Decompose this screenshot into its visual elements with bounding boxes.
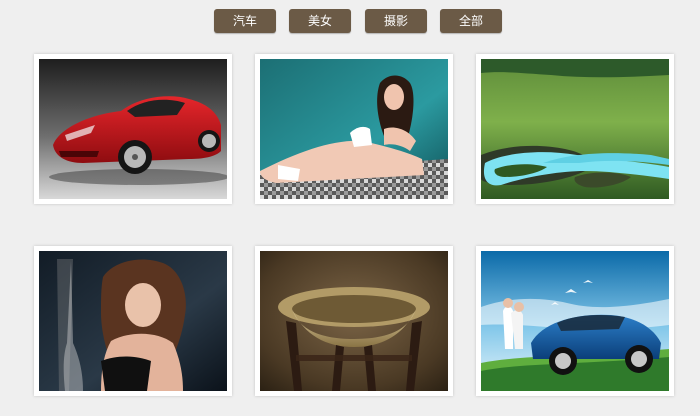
woman-portrait-photo <box>39 251 227 391</box>
woman-by-pool-photo <box>260 59 448 199</box>
gallery-item[interactable] <box>255 246 453 396</box>
gallery-item[interactable] <box>476 246 674 396</box>
gallery-item[interactable] <box>34 246 232 396</box>
gallery-item[interactable] <box>255 54 453 204</box>
gallery-item[interactable] <box>34 54 232 204</box>
red-sports-car-photo <box>39 59 227 199</box>
grassland-river-photo <box>481 59 669 199</box>
image-gallery <box>0 0 700 416</box>
gallery-item[interactable] <box>476 54 674 204</box>
brass-bowl-stand-photo <box>260 251 448 391</box>
blue-car-and-couple-photo <box>481 251 669 391</box>
